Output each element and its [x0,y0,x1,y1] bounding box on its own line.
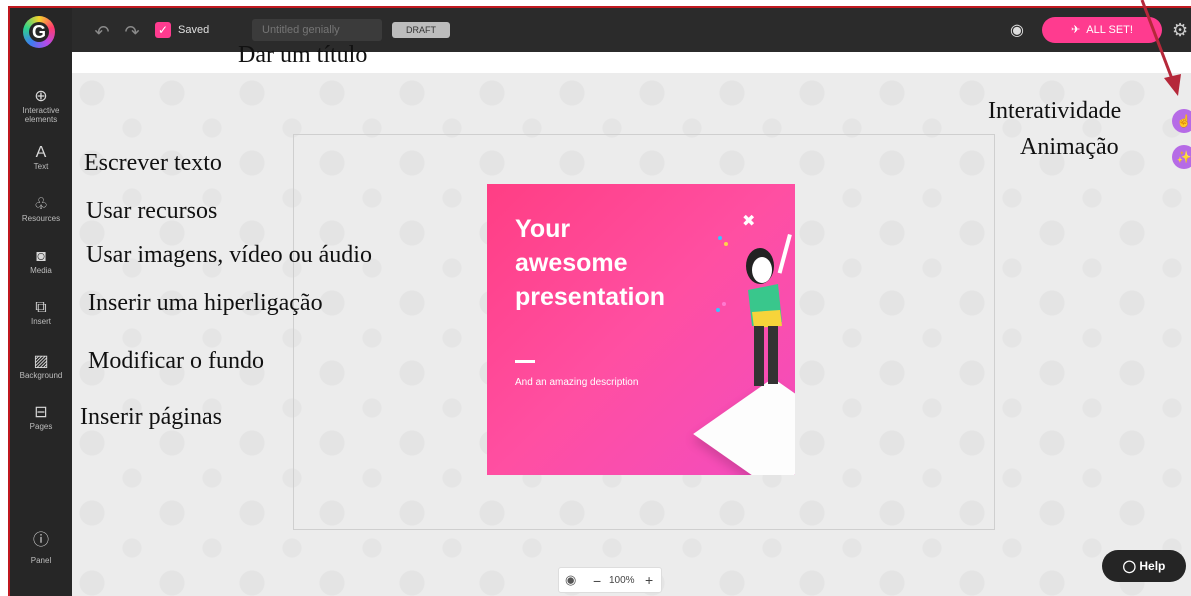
title-input[interactable] [252,19,382,41]
sidebar-item-resources[interactable]: ♧ Resources [10,196,72,223]
logo-letter: G [31,22,46,42]
sidebar-item-label: Panel [30,556,52,565]
eye-icon[interactable]: ◉ [565,572,576,588]
slide[interactable]: Your awesome presentation And an amazing… [487,184,795,475]
sidebar-item-interactive-elements[interactable]: ⊕ Interactive elements [10,88,72,124]
sidebar-item-media[interactable]: ◙ Media [10,248,72,275]
annotation-media: Usar imagens, vídeo ou áudio [86,242,372,268]
annotation-resources: Usar recursos [86,198,218,224]
genially-logo[interactable]: G [23,16,55,48]
pages-icon: ⊟ [34,404,48,421]
chat-icon: ◯ [1122,559,1140,573]
background-icon: ▨ [33,353,49,370]
sidebar-item-pages[interactable]: ⊟ Pages [10,404,72,431]
sidebar-item-insert[interactable]: ⧉ Insert [10,299,72,326]
paper-plane-icon: ✈ [1071,24,1081,36]
draft-badge: DRAFT [392,22,450,38]
sidebar-item-label: Background [19,371,63,380]
annotation-animation: Animação [1020,134,1119,160]
sidebar-item-background[interactable]: ▨ Background [10,353,72,380]
insert-icon: ⧉ [35,299,47,316]
text-icon: A [35,144,47,161]
saved-status: Saved [178,24,210,36]
sidebar-item-label: Text [33,162,49,171]
slide-divider [515,360,535,363]
sidebar-item-text[interactable]: A Text [10,144,72,171]
help-label: Help [1139,559,1166,573]
undo-icon[interactable]: ↶ [90,20,114,44]
sidebar-item-label: Interactive elements [22,106,60,124]
annotation-arrow [1140,0,1181,96]
info-icon: ⓘ [32,532,49,549]
top-toolbar: ↶ ↷ ✓ Saved DRAFT ◉ ✈ALL SET! ⚙ [10,8,1191,52]
interactivity-icon[interactable]: ☝ [1172,109,1191,133]
slide-description[interactable]: And an amazing description [515,377,638,388]
zoom-bar: ◉ − 100% + [558,567,662,593]
sidebar-item-label: Insert [30,317,51,326]
slide-title[interactable]: Your awesome presentation [515,212,715,314]
svg-text:✖: ✖ [742,212,755,230]
annotation-insert: Inserir uma hiperligação [88,290,323,316]
left-sidebar: G ⊕ Interactive elements A Text ♧ Resour… [10,8,72,596]
interactive-elements-icon: ⊕ [34,88,48,105]
redo-icon[interactable]: ↷ [120,20,144,44]
zoom-level: 100% [609,575,635,586]
eye-icon[interactable]: ◉ [1004,20,1030,42]
zoom-in-button[interactable]: + [645,572,653,588]
resources-icon: ♧ [33,196,49,213]
saved-check-icon: ✓ [155,22,171,38]
sidebar-item-label: Resources [21,214,61,223]
camera-icon: ◙ [36,248,46,265]
animation-icon[interactable]: ✨ [1172,145,1191,169]
annotation-title: Dar um título [238,42,368,68]
annotation-text: Escrever texto [84,150,222,176]
annotation-background: Modificar o fundo [88,348,264,374]
help-button[interactable]: ◯ Help [1102,550,1186,582]
sidebar-item-label: Pages [29,422,53,431]
sidebar-item-label: Media [30,266,52,275]
girl-illustration: ✖ [716,212,792,386]
annotation-pages: Inserir páginas [80,404,222,430]
annotation-interactivity: Interatividade [988,98,1122,124]
zoom-out-button[interactable]: − [593,573,601,589]
sidebar-item-panel[interactable]: ⓘ Panel [10,532,72,565]
